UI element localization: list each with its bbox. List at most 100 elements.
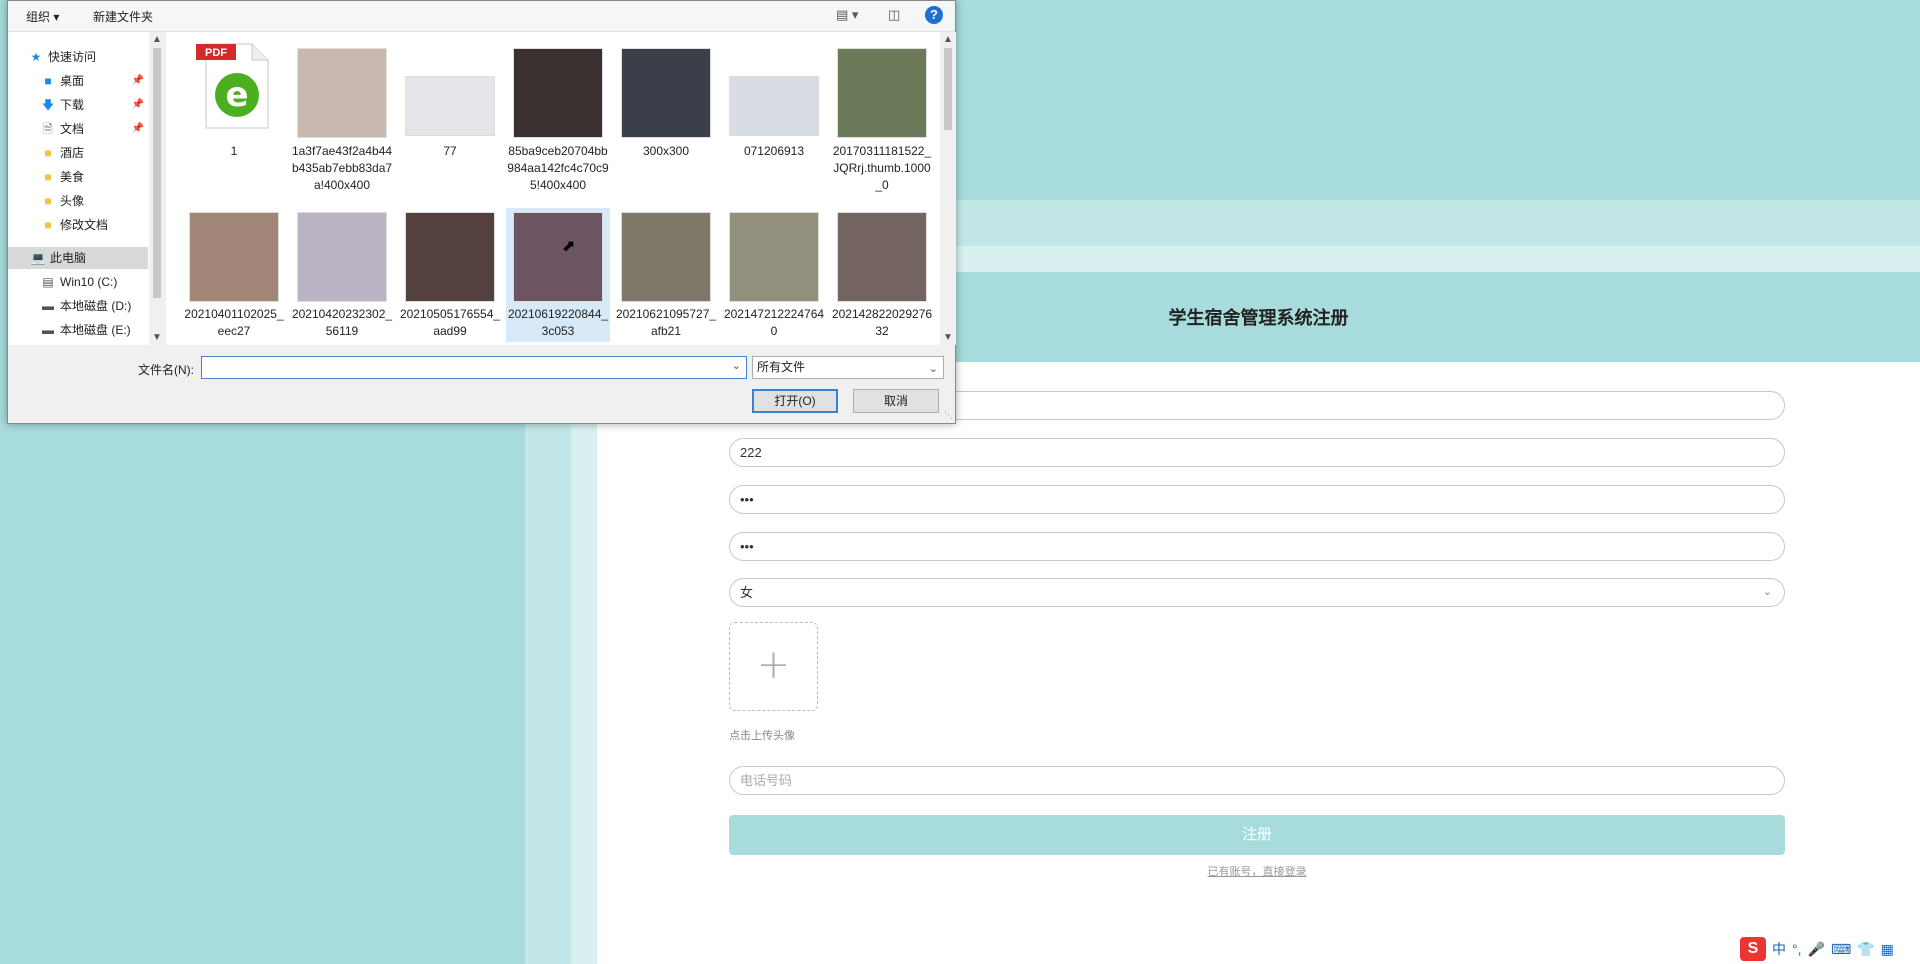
avatar-upload[interactable]: + xyxy=(729,622,818,711)
ime-punct[interactable]: °, xyxy=(1792,941,1802,957)
file-tile[interactable]: 20210401102025_eec27 xyxy=(182,208,286,338)
password-field[interactable]: ••• xyxy=(729,485,1785,514)
gender-select[interactable]: 女 ⌄ xyxy=(729,578,1785,607)
file-tile[interactable]: PDF e 1 xyxy=(182,38,286,188)
files-scrollbar[interactable]: ▲ ▼ xyxy=(940,32,956,345)
image-thumbnail xyxy=(837,212,927,302)
file-tile[interactable]: 20170311181522_JQRrj.thumb.1000_0 xyxy=(830,38,934,192)
nav-drive-c[interactable]: ▤ Win10 (C:) xyxy=(40,271,148,293)
register-button[interactable]: 注册 xyxy=(729,815,1785,855)
file-tile[interactable]: 1a3f7ae43f2a4b44b435ab7ebb83da7a!400x400 xyxy=(290,38,394,208)
microphone-icon[interactable]: 🎤 xyxy=(1808,941,1825,958)
nav-label: 头像 xyxy=(60,194,85,208)
keyboard-icon[interactable]: ⌨ xyxy=(1831,941,1851,958)
file-tile[interactable]: 85ba9ceb20704bb984aa142fc4c70c95!400x400 xyxy=(506,38,610,192)
filename-input[interactable]: ⌄ xyxy=(201,356,747,379)
drive-icon: ▤ xyxy=(42,275,54,289)
resize-grip-icon[interactable]: ⋱ xyxy=(944,410,953,421)
image-thumbnail xyxy=(405,212,495,302)
nav-drive-e[interactable]: ▬ 本地磁盘 (E:) xyxy=(40,319,148,341)
nav-folder-food[interactable]: ■ 美食 xyxy=(40,166,148,188)
scroll-thumb[interactable] xyxy=(944,48,952,130)
scroll-down-icon[interactable]: ▼ xyxy=(940,332,956,343)
nav-downloads[interactable]: 🡇 下载 📌 xyxy=(40,94,148,116)
nav-scrollbar[interactable]: ▲ ▼ xyxy=(149,32,165,345)
nav-drive-d[interactable]: ▬ 本地磁盘 (D:) xyxy=(40,295,148,317)
preview-pane-icon[interactable]: ◫ xyxy=(888,7,900,23)
file-name: 071206913 xyxy=(743,144,805,158)
pdf-file-icon: PDF e xyxy=(196,40,274,130)
cancel-button[interactable]: 取消 xyxy=(853,389,939,413)
file-tile[interactable]: 20214282202927632 xyxy=(830,208,934,338)
nav-label: 美食 xyxy=(60,170,85,184)
image-thumbnail xyxy=(297,48,387,138)
nav-label: 本地磁盘 (E:) xyxy=(60,323,131,337)
navigation-pane: ★ 快速访问 ■ 桌面 📌 🡇 下载 📌 🗎 文档 📌 ■ 酒店 ■ 美食 ■ 头像 ■ 修改文档 💻… xyxy=(8,32,150,345)
folder-icon: ■ xyxy=(44,194,52,208)
pin-icon[interactable]: 📌 xyxy=(132,70,144,92)
document-icon: 🗎 xyxy=(43,122,53,136)
folder-icon: ■ xyxy=(44,218,52,232)
file-name: 20210420232302_56119 xyxy=(291,307,393,338)
ime-toolbar[interactable]: S 中 °, 🎤 ⌨ 👕 ▦ xyxy=(1740,937,1894,961)
phone-field[interactable]: 电话号码 xyxy=(729,766,1785,795)
file-open-dialog: 组织 ▾ 新建文件夹 ▤ ▾ ◫ ? ★ 快速访问 ■ 桌面 📌 🡇 下载 📌 🗎 文档 📌 … xyxy=(7,0,956,424)
image-thumbnail xyxy=(513,48,603,138)
drive-icon: ▬ xyxy=(42,323,54,337)
view-mode-icon[interactable]: ▤ ▾ xyxy=(836,7,858,23)
folder-icon: ■ xyxy=(44,146,52,160)
pin-icon[interactable]: 📌 xyxy=(132,94,144,116)
file-tile[interactable]: 300x300 xyxy=(614,38,718,168)
account-field[interactable]: 222 xyxy=(729,438,1785,467)
confirm-password-field[interactable]: ••• xyxy=(729,532,1785,561)
dialog-toolbar: 组织 ▾ 新建文件夹 ▤ ▾ ◫ ? xyxy=(8,1,955,32)
scroll-thumb[interactable] xyxy=(153,48,161,298)
nav-documents[interactable]: 🗎 文档 📌 xyxy=(40,118,148,140)
folder-icon: ■ xyxy=(44,170,52,184)
image-thumbnail xyxy=(189,212,279,302)
organize-button[interactable]: 组织 ▾ xyxy=(26,8,59,25)
file-tile[interactable]: 77 xyxy=(398,38,502,168)
login-link[interactable]: 已有账号，直接登录 xyxy=(729,863,1785,879)
star-icon: ★ xyxy=(30,50,42,64)
nav-folder-hotel[interactable]: ■ 酒店 xyxy=(40,142,148,164)
open-button[interactable]: 打开(O) xyxy=(752,389,838,413)
file-name: 77 xyxy=(443,144,457,158)
image-thumbnail xyxy=(297,212,387,302)
sogou-logo-icon[interactable]: S xyxy=(1740,937,1766,961)
nav-label: 此电脑 xyxy=(50,251,87,265)
pin-icon[interactable]: 📌 xyxy=(132,118,144,140)
new-folder-button[interactable]: 新建文件夹 xyxy=(93,8,153,25)
nav-folder-edit-docs[interactable]: ■ 修改文档 xyxy=(40,214,148,236)
nav-quick-access[interactable]: ★ 快速访问 xyxy=(28,46,168,68)
file-grid: PDF e 1 1a3f7ae43f2a4b44b435ab7ebb83da7a… xyxy=(166,32,946,345)
file-tile[interactable]: 20210420232302_56119 xyxy=(290,208,394,338)
file-name: 20210505176554_aad99 xyxy=(399,307,501,338)
nav-desktop[interactable]: ■ 桌面 📌 xyxy=(40,70,148,92)
file-name: 1 xyxy=(230,144,238,158)
file-tile[interactable]: 2021472122247640 xyxy=(722,208,826,338)
scroll-up-icon[interactable]: ▲ xyxy=(149,34,165,45)
chevron-down-icon[interactable]: ⌄ xyxy=(732,359,741,372)
nav-folder-avatar[interactable]: ■ 头像 xyxy=(40,190,148,212)
help-icon[interactable]: ? xyxy=(925,6,943,24)
file-tile[interactable]: 20210505176554_aad99 xyxy=(398,208,502,338)
computer-icon: 💻 xyxy=(30,251,46,265)
grid-icon[interactable]: ▦ xyxy=(1881,941,1894,958)
file-tile[interactable]: 20210621095727_afb21 xyxy=(614,208,718,338)
file-name: 1a3f7ae43f2a4b44b435ab7ebb83da7a!400x400 xyxy=(291,144,393,192)
nav-label: 桌面 xyxy=(60,74,85,88)
plus-icon: + xyxy=(756,642,791,688)
file-tile[interactable]: 071206913 xyxy=(722,38,826,168)
skin-icon[interactable]: 👕 xyxy=(1857,941,1874,958)
scroll-up-icon[interactable]: ▲ xyxy=(940,34,956,45)
nav-label: 下载 xyxy=(60,98,85,112)
file-name: 20210619220844_3c053 xyxy=(507,307,609,338)
filetype-select[interactable]: 所有文件 ⌄ xyxy=(752,356,944,379)
file-tile-selected[interactable]: 20210619220844_3c053 xyxy=(506,208,610,342)
scroll-down-icon[interactable]: ▼ xyxy=(149,332,165,343)
mouse-cursor-icon: ⬈ xyxy=(562,238,576,255)
nav-this-pc[interactable]: 💻 此电脑 xyxy=(8,247,148,269)
ime-lang[interactable]: 中 xyxy=(1772,939,1786,959)
file-name: 20210621095727_afb21 xyxy=(615,307,717,338)
